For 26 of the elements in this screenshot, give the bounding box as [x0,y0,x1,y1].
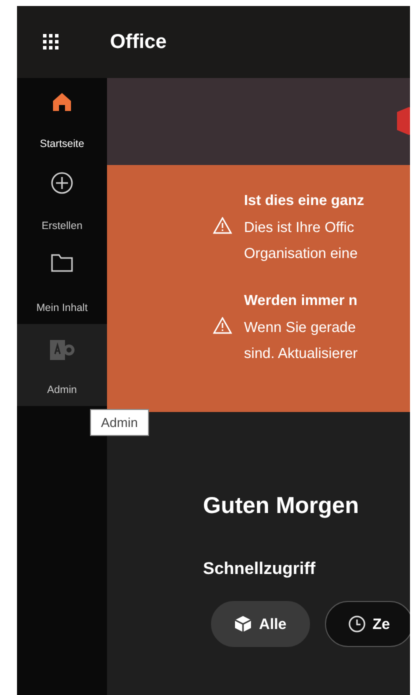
alert-text: Wenn Sie gerade [244,319,357,338]
cube-icon [234,615,252,633]
tooltip-label: Admin [90,409,149,436]
greeting: Guten Morgen [203,492,360,519]
filter-chip[interactable]: Ze [324,601,410,647]
clock-icon [348,615,366,633]
alert-text: sind. Aktualisierer [244,345,359,364]
warning-icon [213,217,232,234]
sidebar-item[interactable]: Startseite [17,78,107,160]
logo-icon [395,106,410,136]
section-heading: Schnellzugriff [203,559,316,579]
add-icon [51,172,73,194]
folder-icon [51,254,73,272]
alert-title: Ist dies eine ganz [244,193,366,209]
admin-icon [49,338,75,362]
warning-icon [213,317,232,334]
sidebar-item[interactable]: Admin [17,324,107,406]
home-icon [52,92,72,112]
app-title: Office [110,30,167,54]
alert-title: Werden immer n [244,293,358,309]
alert-text: Dies ist Ihre Offic [244,219,356,238]
app-launcher-icon[interactable] [43,34,59,50]
sidebar-item[interactable]: Erstellen [17,160,107,242]
alert-text: Organisation eine [244,245,359,264]
filter-chip[interactable]: Alle [211,601,310,647]
sidebar-item[interactable]: Mein Inhalt [17,242,107,324]
